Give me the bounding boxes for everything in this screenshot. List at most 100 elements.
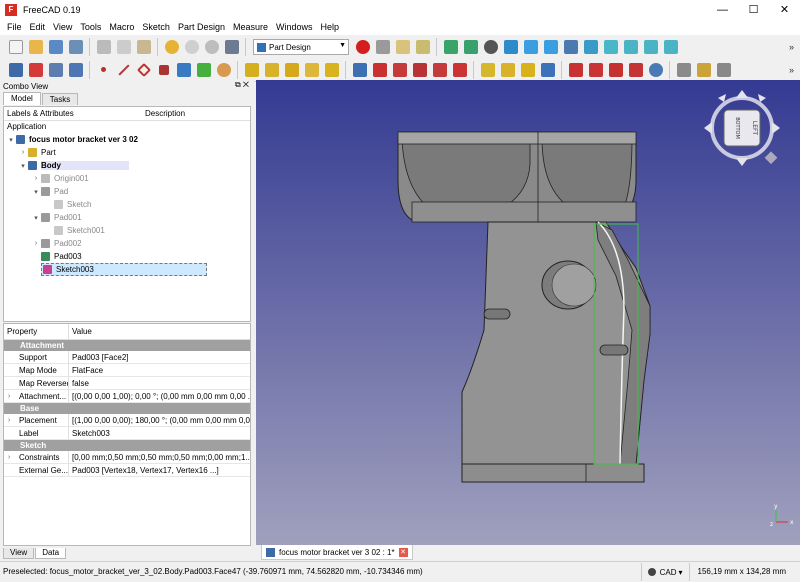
- undo-button[interactable]: [162, 38, 181, 57]
- toolbar-overflow-icon[interactable]: »: [789, 65, 794, 75]
- link-button[interactable]: [561, 38, 580, 57]
- tree-col-description[interactable]: Description: [143, 109, 185, 118]
- boolean-button[interactable]: [646, 60, 665, 79]
- nav-arrow-down-icon[interactable]: [736, 158, 748, 166]
- maximize-button[interactable]: ☐: [738, 0, 769, 19]
- nav-rotate-right-icon[interactable]: [758, 94, 766, 102]
- prop-value[interactable]: Pad003 [Face2]: [69, 351, 250, 363]
- tree-item-pad003[interactable]: Pad003: [4, 250, 250, 263]
- macro-record-button[interactable]: [353, 38, 372, 57]
- measure-refresh-button[interactable]: [714, 60, 733, 79]
- draft-button[interactable]: [606, 60, 625, 79]
- additive-loft-button[interactable]: [282, 60, 301, 79]
- prop-col-property[interactable]: Property: [4, 324, 69, 339]
- tree-item-document[interactable]: ▾ focus motor bracket ver 3 02: [4, 133, 250, 146]
- forward-button[interactable]: [541, 38, 560, 57]
- std-views-button[interactable]: [581, 38, 600, 57]
- sub-shape-binder-button[interactable]: [194, 60, 213, 79]
- mirrored-button[interactable]: [478, 60, 497, 79]
- tab-tasks[interactable]: Tasks: [41, 93, 79, 105]
- tree-item-body[interactable]: ▾ Body: [4, 159, 250, 172]
- prop-row-support[interactable]: Support Pad003 [Face2]: [4, 351, 250, 364]
- menu-part-design[interactable]: Part Design: [174, 19, 229, 35]
- right-view-button[interactable]: [661, 38, 680, 57]
- expand-arrow-icon[interactable]: ›: [8, 451, 10, 463]
- menu-edit[interactable]: Edit: [26, 19, 50, 35]
- macro-execute-button[interactable]: [413, 38, 432, 57]
- macro-stop-button[interactable]: [373, 38, 392, 57]
- hole-button[interactable]: [370, 60, 389, 79]
- 3d-viewport[interactable]: LEFT BOTTOM x y z: [256, 80, 800, 545]
- validate-sketch-button[interactable]: [46, 60, 65, 79]
- revolution-button[interactable]: [262, 60, 281, 79]
- tree-item-pad001[interactable]: ▾ Pad001: [4, 211, 250, 224]
- cut-button[interactable]: [94, 38, 113, 57]
- back-button[interactable]: [521, 38, 540, 57]
- expand-arrow-icon[interactable]: ▾: [31, 214, 41, 222]
- tab-view[interactable]: View: [3, 548, 35, 559]
- prop-value[interactable]: [(1,00 0,00 0,00); 180,00 °; (0,00 mm 0,…: [69, 414, 250, 426]
- tree-item-pad002[interactable]: › Pad002: [4, 237, 250, 250]
- polar-pattern-button[interactable]: [518, 60, 537, 79]
- tree-col-labels[interactable]: Labels & Attributes: [4, 109, 143, 118]
- local-cs-button[interactable]: [154, 60, 173, 79]
- expand-arrow-icon[interactable]: ›: [18, 149, 28, 156]
- expand-arrow-icon[interactable]: ▾: [18, 162, 28, 170]
- nav-cube-menu-icon[interactable]: [764, 151, 778, 165]
- tree-item-sketch001[interactable]: Sketch001: [4, 224, 250, 237]
- datum-line-button[interactable]: [114, 60, 133, 79]
- prop-row-map-reversed[interactable]: Map Reversed false: [4, 377, 250, 390]
- shape-binder-button[interactable]: [66, 60, 85, 79]
- prop-group-sketch[interactable]: Sketch: [4, 440, 250, 451]
- workbench-selector[interactable]: Part Design ▼: [253, 39, 349, 55]
- menu-file[interactable]: File: [3, 19, 26, 35]
- sprocket-button[interactable]: [214, 60, 233, 79]
- nav-arrow-left-icon[interactable]: [704, 122, 712, 134]
- measure-angular-button[interactable]: [694, 60, 713, 79]
- prop-row-constraints[interactable]: › Constraints [0,00 mm;0,50 mm;0,50 mm;0,…: [4, 451, 250, 464]
- tree-item-sketch[interactable]: Sketch: [4, 198, 250, 211]
- minimize-button[interactable]: —: [707, 0, 738, 19]
- expand-arrow-icon[interactable]: ›: [8, 390, 10, 402]
- document-tab[interactable]: focus motor bracket ver 3 02 : 1* ✕: [261, 545, 413, 560]
- additive-pipe-button[interactable]: [302, 60, 321, 79]
- fillet-button[interactable]: [566, 60, 585, 79]
- prop-value[interactable]: Pad003 [Vertex18, Vertex17, Vertex16 ...…: [69, 464, 250, 476]
- draw-style-button[interactable]: [481, 38, 500, 57]
- clone-button[interactable]: [174, 60, 193, 79]
- expand-arrow-icon[interactable]: ›: [31, 175, 41, 182]
- tree-item-origin[interactable]: › Origin001: [4, 172, 250, 185]
- toolbar-overflow-icon[interactable]: »: [789, 42, 794, 52]
- expand-arrow-icon[interactable]: ▾: [31, 188, 41, 196]
- prop-value[interactable]: [(0,00 0,00 1,00); 0,00 °; (0,00 mm 0,00…: [69, 390, 250, 402]
- bounding-box-button[interactable]: [501, 38, 520, 57]
- model-render[interactable]: LEFT BOTTOM x y z: [256, 80, 800, 545]
- panel-float-close-icon[interactable]: ⧉ ✕: [235, 80, 249, 90]
- fit-selection-button[interactable]: [461, 38, 480, 57]
- new-document-button[interactable]: [6, 38, 25, 57]
- menu-tools[interactable]: Tools: [76, 19, 105, 35]
- menu-sketch[interactable]: Sketch: [138, 19, 174, 35]
- prop-value[interactable]: [0,00 mm;0,50 mm;0,50 mm;0,50 mm;0,00 mm…: [69, 451, 250, 463]
- subtractive-primitive-button[interactable]: [450, 60, 469, 79]
- prop-row-placement[interactable]: › Placement [(1,00 0,00 0,00); 180,00 °; …: [4, 414, 250, 427]
- linear-pattern-button[interactable]: [498, 60, 517, 79]
- macro-edit-button[interactable]: [393, 38, 412, 57]
- tree-item-pad[interactable]: ▾ Pad: [4, 185, 250, 198]
- multi-transform-button[interactable]: [538, 60, 557, 79]
- thickness-button[interactable]: [626, 60, 645, 79]
- pad-button[interactable]: [242, 60, 261, 79]
- measure-linear-button[interactable]: [674, 60, 693, 79]
- close-tab-icon[interactable]: ✕: [398, 547, 408, 557]
- pocket-button[interactable]: [350, 60, 369, 79]
- prop-row-label[interactable]: Label Sketch003: [4, 427, 250, 440]
- redo-button[interactable]: [182, 38, 201, 57]
- front-view-button[interactable]: [621, 38, 640, 57]
- menu-macro[interactable]: Macro: [105, 19, 138, 35]
- save-button[interactable]: [46, 38, 65, 57]
- nav-rotate-left-icon[interactable]: [718, 94, 726, 102]
- whats-this-button[interactable]: [222, 38, 241, 57]
- expand-arrow-icon[interactable]: ›: [8, 414, 10, 426]
- tab-data[interactable]: Data: [35, 548, 67, 559]
- menu-help[interactable]: Help: [317, 19, 344, 35]
